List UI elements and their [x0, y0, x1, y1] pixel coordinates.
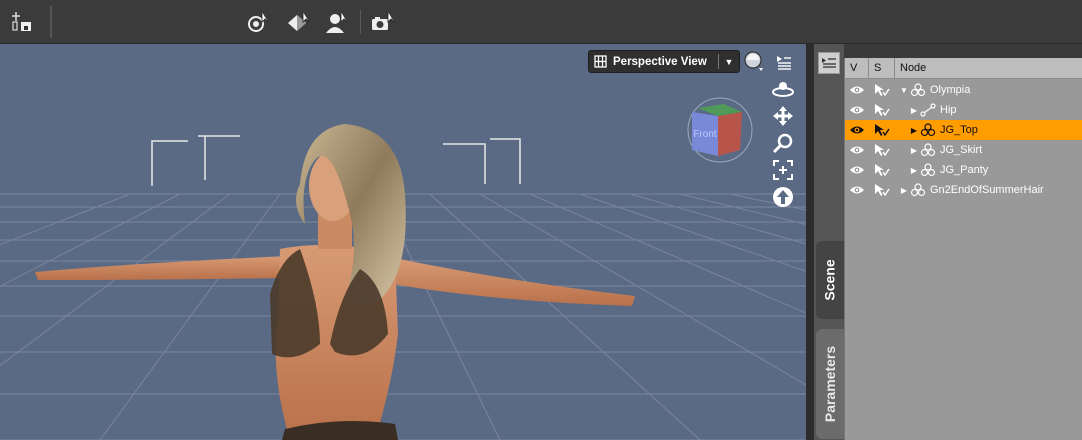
view-label: Perspective View: [613, 55, 707, 68]
scene-row[interactable]: ▶ JG_Panty: [845, 160, 1082, 180]
expand-right-icon[interactable]: ▶: [899, 186, 909, 195]
figure-tool-icon[interactable]: [322, 8, 350, 36]
surface-tool-icon[interactable]: [284, 8, 312, 36]
rotate-tool-icon[interactable]: [244, 8, 272, 36]
node-cell: ▶ JG_Panty: [895, 160, 1082, 180]
expand-down-icon[interactable]: ▼: [899, 86, 909, 95]
3d-viewport[interactable]: Perspective View ▼ Front: [0, 44, 806, 440]
view-cube[interactable]: Front: [684, 94, 756, 166]
scene-pane: V S Node ▼ Olympia ▶ Hip ▶ JG_Top ▶ JG_Skirt ▶ JG…: [844, 58, 1082, 440]
cube-face-label: Front: [693, 129, 717, 140]
scene-tree: ▼ Olympia ▶ Hip ▶ JG_Top ▶ JG_Skirt ▶ JG_Panty ▶ Gn…: [845, 80, 1082, 200]
eye-icon[interactable]: [845, 160, 869, 180]
viewport-menu-icon[interactable]: [772, 50, 796, 74]
side-tab-bar: Scene Parameters: [814, 44, 844, 440]
figure-icon: [919, 162, 937, 178]
selectable-icon[interactable]: [869, 120, 895, 140]
node-label: JG_Panty: [940, 164, 989, 176]
layout-icon: [589, 51, 611, 72]
expand-right-icon[interactable]: ▶: [909, 146, 919, 155]
eye-icon[interactable]: [845, 80, 869, 100]
expand-right-icon[interactable]: ▶: [909, 106, 919, 115]
figure-icon: [909, 182, 927, 198]
node-cell: ▼ Olympia: [895, 80, 1082, 100]
draw-style-icon[interactable]: [742, 49, 766, 73]
scene-row[interactable]: ▼ Olympia: [845, 80, 1082, 100]
pan-icon[interactable]: [771, 104, 795, 128]
node-label: JG_Top: [940, 124, 978, 136]
node-label: Olympia: [930, 84, 971, 96]
main-toolbar: [0, 0, 1082, 44]
panel-menu-icon[interactable]: [818, 52, 840, 74]
figure-model: [35, 124, 635, 440]
tab-parameters[interactable]: Parameters: [816, 329, 844, 439]
figure-icon: [919, 142, 937, 158]
frame-icon[interactable]: [771, 158, 795, 182]
view-selector[interactable]: Perspective View ▼: [588, 50, 740, 73]
create-node-icon[interactable]: [8, 8, 36, 36]
tab-scene-label: Scene: [822, 259, 838, 301]
eye-icon[interactable]: [845, 120, 869, 140]
tab-parameters-label: Parameters: [822, 345, 838, 423]
eye-icon[interactable]: [845, 140, 869, 160]
node-cell: ▶ Gn2EndOfSummerHair: [895, 180, 1082, 200]
column-visible[interactable]: V: [845, 58, 869, 79]
tab-scene[interactable]: Scene: [816, 241, 844, 319]
selectable-icon[interactable]: [869, 100, 895, 120]
chevron-down-icon[interactable]: ▼: [719, 51, 739, 72]
selectable-icon[interactable]: [869, 180, 895, 200]
toolbar-separator: [50, 6, 52, 38]
expand-right-icon[interactable]: ▶: [909, 166, 919, 175]
render-tool-icon[interactable]: [368, 8, 396, 36]
daz-studio-window: Perspective View ▼ Front Scene Parameter…: [0, 0, 1082, 440]
node-label: JG_Skirt: [940, 144, 983, 156]
figure-icon: [919, 122, 937, 138]
toolbar-separator: [360, 10, 361, 34]
selectable-icon[interactable]: [869, 140, 895, 160]
reset-view-icon[interactable]: [771, 185, 795, 209]
scene-row[interactable]: ▶ JG_Top: [845, 120, 1082, 140]
node-label: Hip: [940, 104, 957, 116]
eye-icon[interactable]: [845, 180, 869, 200]
bone-icon: [919, 102, 937, 118]
selectable-icon[interactable]: [869, 80, 895, 100]
scene-column-header: V S Node: [845, 58, 1082, 79]
selectable-icon[interactable]: [869, 160, 895, 180]
node-cell: ▶ Hip: [895, 100, 1082, 120]
column-selectable[interactable]: S: [869, 58, 895, 79]
node-cell: ▶ JG_Top: [895, 120, 1082, 140]
pane-divider[interactable]: [806, 44, 814, 440]
zoom-icon[interactable]: [771, 131, 795, 155]
node-cell: ▶ JG_Skirt: [895, 140, 1082, 160]
scene-row[interactable]: ▶ JG_Skirt: [845, 140, 1082, 160]
scene-row[interactable]: ▶ Gn2EndOfSummerHair: [845, 180, 1082, 200]
eye-icon[interactable]: [845, 100, 869, 120]
scene-row[interactable]: ▶ Hip: [845, 100, 1082, 120]
node-label: Gn2EndOfSummerHair: [930, 184, 1044, 196]
orbit-icon[interactable]: [771, 77, 795, 101]
column-node[interactable]: Node: [895, 58, 1082, 79]
figure-icon: [909, 82, 927, 98]
expand-right-icon[interactable]: ▶: [909, 126, 919, 135]
